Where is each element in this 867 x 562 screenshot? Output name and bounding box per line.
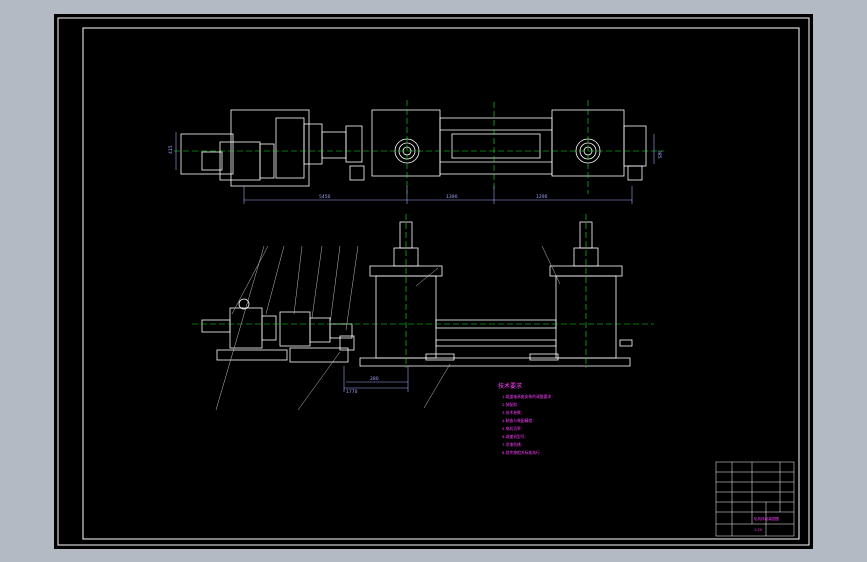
notes-line-6: 6.减速机型号： [502, 434, 528, 439]
notes-line-7: 7.涂漆防锈： [502, 442, 525, 447]
elev-gear-base [289, 347, 349, 363]
notes-line-2: 2.装配前： [502, 402, 521, 407]
plan-coupling-1 [259, 143, 275, 179]
dim-top-1: 5450 [319, 194, 331, 200]
drawing-canvas: 5450 1390 1290 415 385 1770 280 技术要求 1.辊… [57, 17, 810, 546]
plan-spindle-frame [439, 117, 553, 175]
dim-left-vertical: 415 [168, 145, 174, 154]
plan-spindle-shaft [451, 133, 541, 159]
leader-8 [297, 351, 341, 411]
plan-coupling-2 [321, 131, 347, 159]
title-drawing-name: 轧机传动装配图 [754, 516, 780, 521]
leader-5 [311, 245, 323, 319]
plan-motor-base [230, 109, 310, 187]
plan-motor-fan [201, 151, 223, 171]
plan-left-box [349, 165, 365, 181]
dim-bottom-2: 280 [370, 376, 379, 382]
drawing-sheet: 5450 1390 1290 415 385 1770 280 技术要求 1.辊… [54, 14, 813, 549]
elev-coupling-1 [261, 315, 277, 341]
plan-gearbox [275, 117, 305, 179]
cad-viewport: 5450 1390 1290 415 385 1770 280 技术要求 1.辊… [0, 0, 867, 562]
elev-motor-base [216, 349, 288, 361]
elevation-dimension-text: 1770 280 [346, 376, 379, 395]
elev-gear-flange [309, 317, 331, 343]
leader-3 [265, 245, 285, 315]
plan-right-box [627, 165, 643, 181]
elev-motor-lug [238, 298, 250, 310]
leader-7 [345, 245, 359, 331]
notes-line-3: 3.技术参数： [502, 410, 525, 415]
leader-10 [415, 267, 439, 287]
notes-line-1: 1.辊道轴承座安装的调整要求： [502, 394, 555, 399]
outer-border [57, 17, 810, 546]
elev-gearbox [279, 311, 311, 347]
notes-title: 技术要求 [498, 382, 522, 390]
elev-base-block-2 [529, 353, 559, 361]
leader-2 [231, 245, 269, 315]
notes-line-5: 5.电机功率： [502, 426, 525, 431]
plan-view [180, 109, 647, 187]
elev-base-rail [359, 357, 631, 367]
plan-left-bracket [180, 133, 234, 175]
elev-lower-shaft [435, 339, 557, 347]
notes-line-4: 4.制造与装配精度： [502, 418, 536, 423]
dim-bottom-1: 1770 [346, 389, 358, 395]
notes-line-8: 8.其余按相关标准执行 [502, 450, 540, 455]
inner-border [82, 27, 800, 540]
plan-gear-flange [303, 123, 323, 165]
title-block [715, 461, 795, 537]
dim-top-2: 1390 [446, 194, 458, 200]
leader-4 [293, 245, 303, 315]
dim-top-3: 1290 [536, 194, 548, 200]
elev-base-block-1 [425, 353, 455, 361]
elevation-view [201, 221, 633, 367]
elev-motor-fan [201, 319, 231, 333]
plan-flange-2 [345, 125, 363, 163]
title-scale: 1:20 [754, 528, 763, 532]
leader-9 [423, 363, 451, 409]
dim-right-vertical: 385 [656, 150, 662, 159]
plan-right-end [623, 125, 647, 167]
plan-dimensions [175, 132, 655, 204]
elev-motor [229, 307, 263, 349]
leader-1 [215, 245, 265, 411]
technical-notes: 技术要求 1.辊道轴承座安装的调整要求： 2.装配前： 3.技术参数： 4.制造… [498, 382, 555, 455]
elev-right-end [619, 339, 633, 347]
leader-6 [329, 245, 341, 325]
leader-11 [541, 245, 561, 285]
elevation-centerlines [192, 214, 654, 368]
title-block-frame [715, 461, 795, 537]
